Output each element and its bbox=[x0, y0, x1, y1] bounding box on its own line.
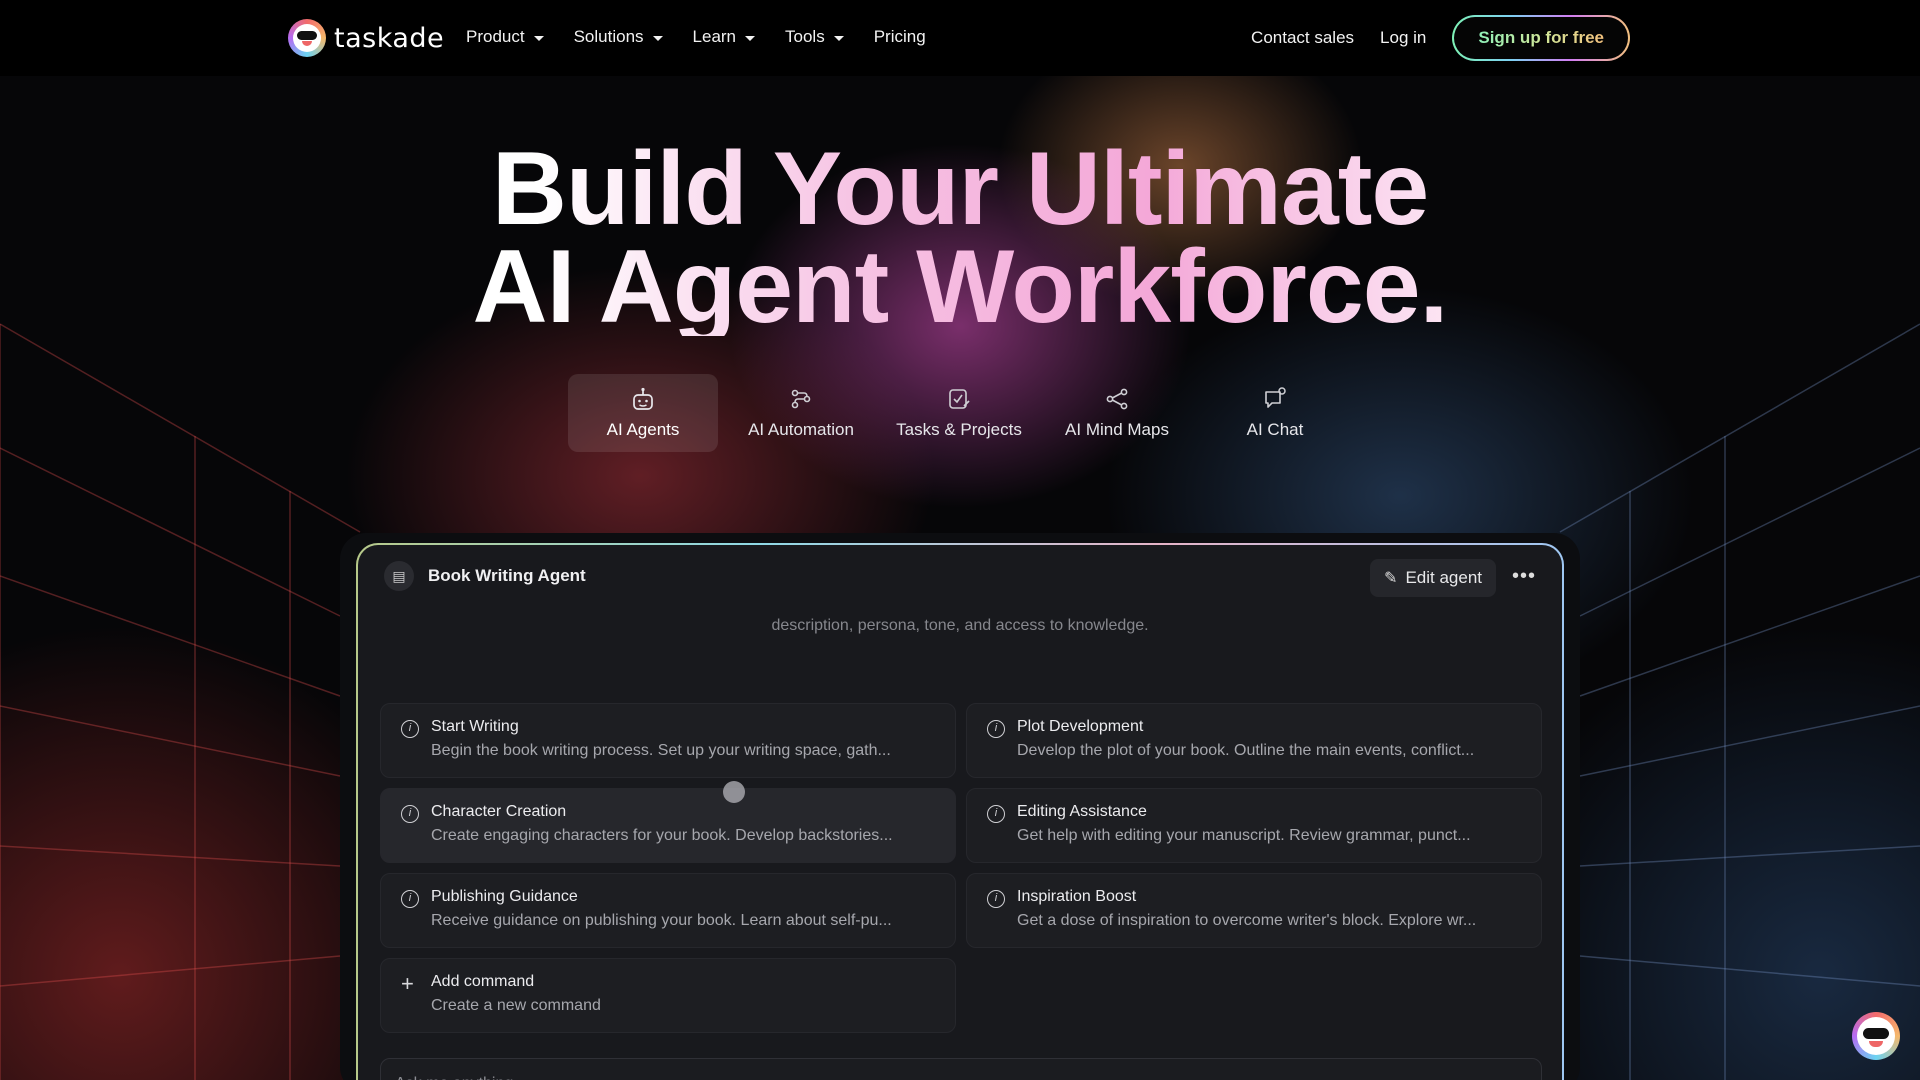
app-preview-window: ▤ Book Writing Agent ✎ Edit agent ••• de… bbox=[340, 533, 1580, 1080]
command-description: Create a new command bbox=[431, 997, 601, 1014]
command-card[interactable]: i Plot Development Develop the plot of y… bbox=[966, 703, 1542, 778]
feature-tabs: AI Agents AI Automation Tasks & Projects… bbox=[568, 374, 1358, 452]
logo-text: taskade bbox=[334, 22, 445, 54]
command-card[interactable]: i Inspiration Boost Get a dose of inspir… bbox=[966, 873, 1542, 948]
add-command-button[interactable]: + Add command Create a new command bbox=[380, 958, 956, 1033]
nav-item-label: Tools bbox=[785, 27, 825, 46]
nav-item-label: Learn bbox=[692, 27, 737, 46]
command-title: Editing Assistance bbox=[1017, 803, 1147, 820]
caret-down-icon bbox=[652, 36, 663, 41]
command-card[interactable]: i Start Writing Begin the book writing p… bbox=[380, 703, 956, 778]
command-card[interactable]: i Editing Assistance Get help with editi… bbox=[966, 788, 1542, 863]
book-stack-icon: ▤ bbox=[384, 561, 414, 591]
contact-sales-link[interactable]: Contact sales bbox=[1251, 28, 1354, 48]
chat-widget-button[interactable] bbox=[1852, 1012, 1900, 1060]
nav-item-solutions[interactable]: Solutions bbox=[574, 27, 663, 47]
caret-down-icon bbox=[533, 36, 544, 41]
command-card[interactable]: i Character Creation Create engaging cha… bbox=[380, 788, 956, 863]
command-description: Receive guidance on publishing your book… bbox=[431, 912, 892, 929]
task-edit-icon bbox=[949, 389, 970, 409]
tab-tasks-projects[interactable]: Tasks & Projects bbox=[884, 374, 1034, 452]
tab-label: Tasks & Projects bbox=[896, 420, 1022, 439]
cursor-indicator bbox=[723, 781, 745, 803]
tab-label: AI Agents bbox=[606, 420, 680, 439]
nav-item-product[interactable]: Product bbox=[466, 27, 544, 47]
command-description: Develop the plot of your book. Outline t… bbox=[1017, 742, 1475, 759]
command-description: Create engaging characters for your book… bbox=[431, 827, 893, 844]
nav-item-pricing[interactable]: Pricing bbox=[874, 27, 926, 47]
info-icon: i bbox=[401, 805, 419, 823]
tab-label: AI Mind Maps bbox=[1065, 420, 1169, 439]
tab-ai-mind-maps[interactable]: AI Mind Maps bbox=[1042, 374, 1192, 452]
nav-item-tools[interactable]: Tools bbox=[785, 27, 844, 47]
automation-icon bbox=[791, 389, 811, 409]
headline-line-2: AI Agent Workforce. bbox=[0, 235, 1920, 339]
hero-headline: Build Your Ultimate AI Agent Workforce. bbox=[0, 137, 1920, 339]
command-card[interactable]: i Publishing Guidance Receive guidance o… bbox=[380, 873, 956, 948]
command-title: Inspiration Boost bbox=[1017, 888, 1137, 905]
nav-menu: Product Solutions Learn Tools Pricing bbox=[466, 27, 956, 47]
tab-label: AI Automation bbox=[748, 420, 854, 439]
top-navigation: taskade Product Solutions Learn Tools Pr… bbox=[0, 0, 1920, 76]
nav-item-label: Product bbox=[466, 27, 525, 46]
command-description: Get help with editing your manuscript. R… bbox=[1017, 827, 1471, 844]
caret-down-icon bbox=[833, 36, 844, 41]
nav-item-label: Pricing bbox=[873, 27, 926, 46]
info-icon: i bbox=[401, 720, 419, 738]
command-grid: i Start Writing Begin the book writing p… bbox=[380, 703, 1542, 1033]
info-icon: i bbox=[401, 890, 419, 908]
agent-description: description, persona, tone, and access t… bbox=[771, 617, 1149, 634]
signup-button[interactable]: Sign up for free bbox=[1452, 15, 1630, 61]
mind-map-icon bbox=[1106, 388, 1128, 410]
edit-agent-label: Edit agent bbox=[1405, 568, 1482, 587]
edit-agent-button[interactable]: ✎ Edit agent bbox=[1370, 559, 1496, 597]
login-link[interactable]: Log in bbox=[1380, 28, 1426, 48]
tab-ai-automation[interactable]: AI Automation bbox=[726, 374, 876, 452]
nav-item-label: Solutions bbox=[573, 27, 644, 46]
command-title: Add command bbox=[431, 973, 535, 990]
taskade-logo[interactable]: taskade bbox=[288, 19, 444, 57]
agent-panel: ▤ Book Writing Agent ✎ Edit agent ••• de… bbox=[356, 543, 1564, 1080]
command-description: Get a dose of inspiration to overcome wr… bbox=[1017, 912, 1477, 929]
agent-title: Book Writing Agent bbox=[428, 566, 586, 585]
caret-down-icon bbox=[745, 36, 756, 41]
taskade-mascot-icon bbox=[1857, 1017, 1895, 1055]
chat-icon bbox=[1265, 387, 1286, 408]
pencil-icon: ✎ bbox=[1384, 570, 1398, 587]
signup-label: Sign up for free bbox=[1478, 28, 1604, 47]
command-title: Plot Development bbox=[1017, 718, 1144, 735]
tab-ai-chat[interactable]: AI Chat bbox=[1200, 374, 1350, 452]
nav-item-learn[interactable]: Learn bbox=[692, 27, 756, 47]
ask-input[interactable]: Ask me anything... bbox=[380, 1058, 1542, 1080]
command-description: Begin the book writing process. Set up y… bbox=[431, 742, 891, 759]
command-title: Character Creation bbox=[431, 803, 567, 820]
more-options-button[interactable]: ••• bbox=[1512, 565, 1536, 588]
command-title: Publishing Guidance bbox=[431, 888, 578, 905]
headline-line-1: Build Your Ultimate bbox=[0, 137, 1920, 241]
taskade-logo-icon bbox=[288, 19, 326, 57]
plus-icon: + bbox=[401, 971, 414, 996]
tab-ai-agents[interactable]: AI Agents bbox=[568, 374, 718, 452]
info-icon: i bbox=[987, 805, 1005, 823]
robot-icon bbox=[633, 387, 653, 410]
info-icon: i bbox=[987, 890, 1005, 908]
info-icon: i bbox=[987, 720, 1005, 738]
nav-actions: Contact sales Log in Sign up for free bbox=[1251, 15, 1630, 61]
tab-label: AI Chat bbox=[1246, 420, 1304, 439]
command-title: Start Writing bbox=[431, 718, 519, 735]
